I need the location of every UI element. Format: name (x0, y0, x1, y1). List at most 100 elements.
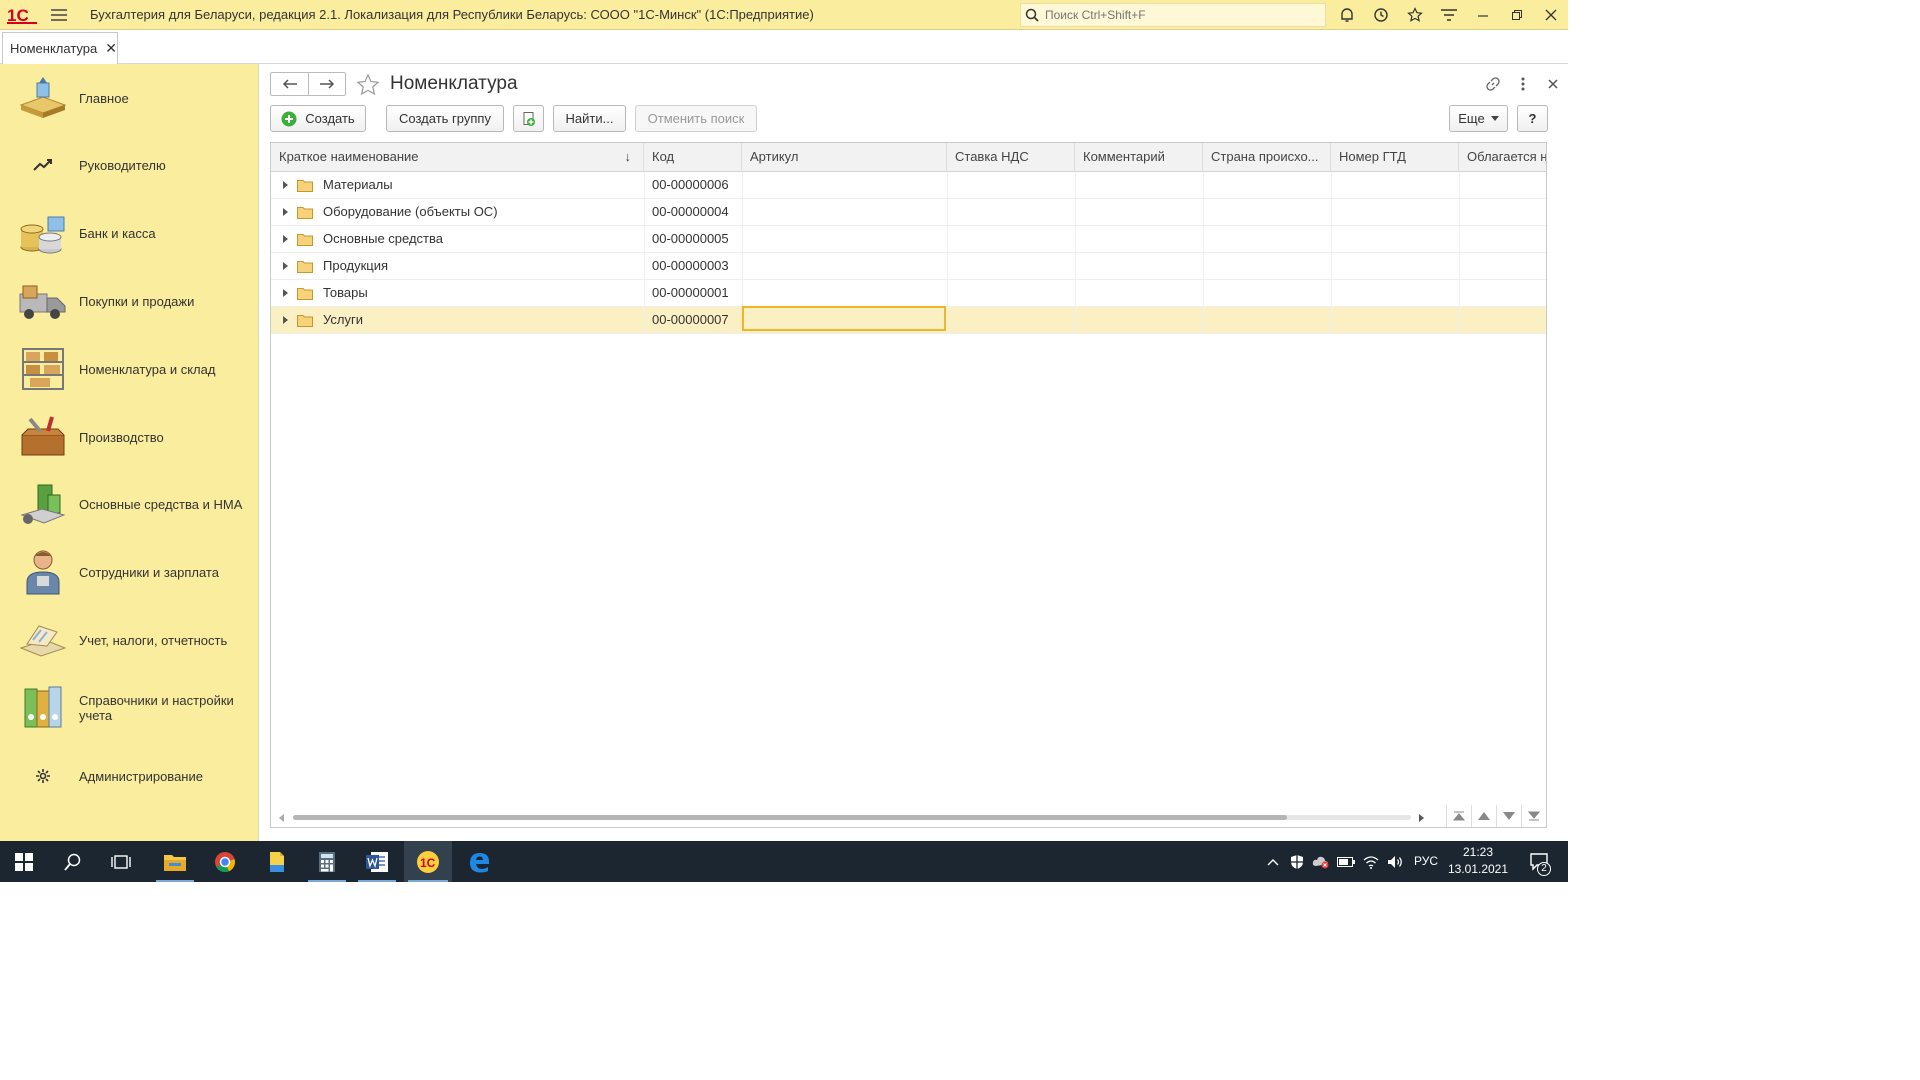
column-header-article[interactable]: Артикул (742, 143, 947, 172)
column-header-comment[interactable]: Комментарий (1075, 143, 1203, 172)
action-center-icon[interactable]: 2 (1520, 841, 1560, 882)
tab-nomenclature[interactable]: Номенклатура ✕ (2, 32, 118, 64)
sidebar-item-label: Номенклатура и склад (79, 361, 216, 377)
restore-icon[interactable] (1500, 0, 1534, 30)
column-header-customs-number[interactable]: Номер ГТД (1331, 143, 1459, 172)
taskbar-active-indicator (156, 880, 194, 882)
expand-arrow-icon[interactable] (283, 172, 293, 198)
more-button[interactable]: Еще (1449, 105, 1508, 132)
cloud-sync-error-icon[interactable] (1310, 841, 1332, 882)
menu-icon[interactable] (44, 0, 74, 30)
windows-start-icon[interactable] (0, 841, 48, 882)
forward-arrow-icon[interactable] (308, 73, 345, 95)
sidebar-item-main[interactable]: Главное (0, 65, 258, 131)
sidebar-item-manager[interactable]: Руководителю (0, 132, 258, 198)
sidebar-item-label: Производство (79, 429, 164, 445)
sidebar-item-nomenclature-warehouse[interactable]: Номенклатура и склад (0, 336, 258, 402)
close-window-icon[interactable] (1534, 0, 1568, 30)
find-button[interactable]: Найти... (553, 105, 626, 132)
search-input[interactable] (1043, 7, 1313, 23)
create-group-button[interactable]: Создать группу (386, 105, 504, 132)
sidebar-item-administration[interactable]: Администрирование (0, 743, 258, 809)
onec-enterprise-icon[interactable]: 1С (404, 841, 452, 882)
calculator-icon[interactable] (304, 841, 350, 882)
table-row[interactable]: Основные средства 00-00000005 (271, 226, 1546, 253)
column-header-name[interactable]: Краткое наименование ↓ (271, 143, 644, 172)
row-name: Материалы (323, 177, 393, 192)
copy-item-button[interactable] (513, 105, 544, 132)
task-view-icon[interactable] (98, 841, 144, 882)
minimize-icon[interactable] (1466, 0, 1500, 30)
table-row[interactable]: Материалы 00-00000006 (271, 172, 1546, 199)
column-divider (1331, 172, 1332, 334)
horizontal-scrollbar[interactable] (271, 807, 1441, 827)
history-icon[interactable] (1364, 0, 1398, 30)
cancel-search-button[interactable]: Отменить поиск (635, 105, 757, 132)
window-title: Бухгалтерия для Беларуси, редакция 2.1. … (90, 7, 814, 22)
expand-arrow-icon[interactable] (283, 199, 293, 225)
sidebar-item-fixed-assets[interactable]: Основные средства и НМА (0, 471, 258, 537)
scroll-thumb[interactable] (293, 815, 1287, 820)
column-header-country[interactable]: Страна происхо... (1203, 143, 1331, 172)
more-vertical-icon[interactable] (1508, 72, 1538, 96)
battery-icon[interactable] (1334, 841, 1358, 882)
back-arrow-icon[interactable] (271, 73, 308, 95)
table-row[interactable]: Продукция 00-00000003 (271, 253, 1546, 280)
go-down-icon[interactable] (1496, 805, 1521, 827)
help-button[interactable]: ? (1517, 105, 1548, 132)
scroll-left-icon[interactable] (279, 814, 285, 822)
column-header-vat-rate[interactable]: Ставка НДС (947, 143, 1075, 172)
sidebar-item-employees-salary[interactable]: Сотрудники и зарплата (0, 539, 258, 605)
table-row[interactable]: Оборудование (объекты ОС) 00-00000004 (271, 199, 1546, 226)
sidebar-item-bank[interactable]: Банк и касса (0, 200, 258, 266)
file-explorer-icon[interactable] (152, 841, 198, 882)
column-header-code[interactable]: Код (644, 143, 742, 172)
go-last-icon[interactable] (1521, 805, 1546, 827)
search-box[interactable] (1020, 3, 1326, 27)
table-row[interactable]: Товары 00-00000001 (271, 280, 1546, 307)
row-code: 00-00000001 (652, 285, 729, 300)
current-cell-cursor[interactable] (742, 306, 946, 331)
sidebar-item-accounting-taxes-reports[interactable]: Учет, налоги, отчетность (0, 607, 258, 673)
scroll-right-icon[interactable] (1419, 814, 1425, 822)
go-up-icon[interactable] (1471, 805, 1496, 827)
sidebar-item-references-settings[interactable]: Справочники и настройки учета (0, 675, 258, 741)
go-first-icon[interactable] (1446, 805, 1471, 827)
link-icon[interactable] (1478, 72, 1508, 96)
show-hidden-icons-icon[interactable] (1262, 841, 1284, 882)
expand-arrow-icon[interactable] (283, 253, 293, 279)
favorite-star-icon[interactable] (356, 73, 380, 100)
chrome-icon[interactable] (202, 841, 248, 882)
notes-app-icon[interactable] (254, 841, 300, 882)
edge-browser-icon[interactable] (456, 841, 502, 882)
word-icon[interactable] (354, 841, 400, 882)
folder-icon (297, 288, 313, 300)
expand-arrow-icon[interactable] (283, 280, 293, 306)
expand-arrow-icon[interactable] (283, 226, 293, 252)
logo-1c-icon[interactable]: 1С (0, 0, 44, 30)
wifi-icon[interactable] (1360, 841, 1382, 882)
sidebar-item-purchases-sales[interactable]: Покупки и продажи (0, 268, 258, 334)
expand-arrow-icon[interactable] (283, 307, 293, 333)
volume-icon[interactable] (1384, 841, 1406, 882)
title-bar: 1С Бухгалтерия для Беларуси, редакция 2.… (0, 0, 1568, 30)
column-header-taxable[interactable]: Облагается н (1459, 143, 1546, 172)
windows-taskbar: 1С РУС 21:23 13.01.2021 2 (0, 841, 1568, 882)
functions-menu-icon[interactable] (1432, 0, 1466, 30)
input-language-indicator[interactable]: РУС (1414, 854, 1438, 868)
nomenclature-table[interactable]: Краткое наименование ↓ Код Артикул Ставка… (270, 142, 1547, 828)
close-form-icon[interactable] (1538, 72, 1568, 96)
create-button[interactable]: Создать (270, 105, 366, 132)
row-code: 00-00000004 (652, 204, 729, 219)
windows-security-icon[interactable] (1286, 841, 1308, 882)
system-clock[interactable]: 21:23 13.01.2021 (1444, 844, 1512, 878)
desk-icon (12, 73, 74, 123)
tab-close-icon[interactable]: ✕ (105, 40, 117, 57)
sidebar-item-production[interactable]: Производство (0, 404, 258, 470)
open-tabs-bar: Номенклатура ✕ (0, 30, 1568, 64)
taskbar-search-icon[interactable] (50, 841, 96, 882)
row-name: Основные средства (323, 231, 443, 246)
column-divider (1203, 172, 1204, 334)
bell-icon[interactable] (1330, 0, 1364, 30)
favorites-star-icon[interactable] (1398, 0, 1432, 30)
